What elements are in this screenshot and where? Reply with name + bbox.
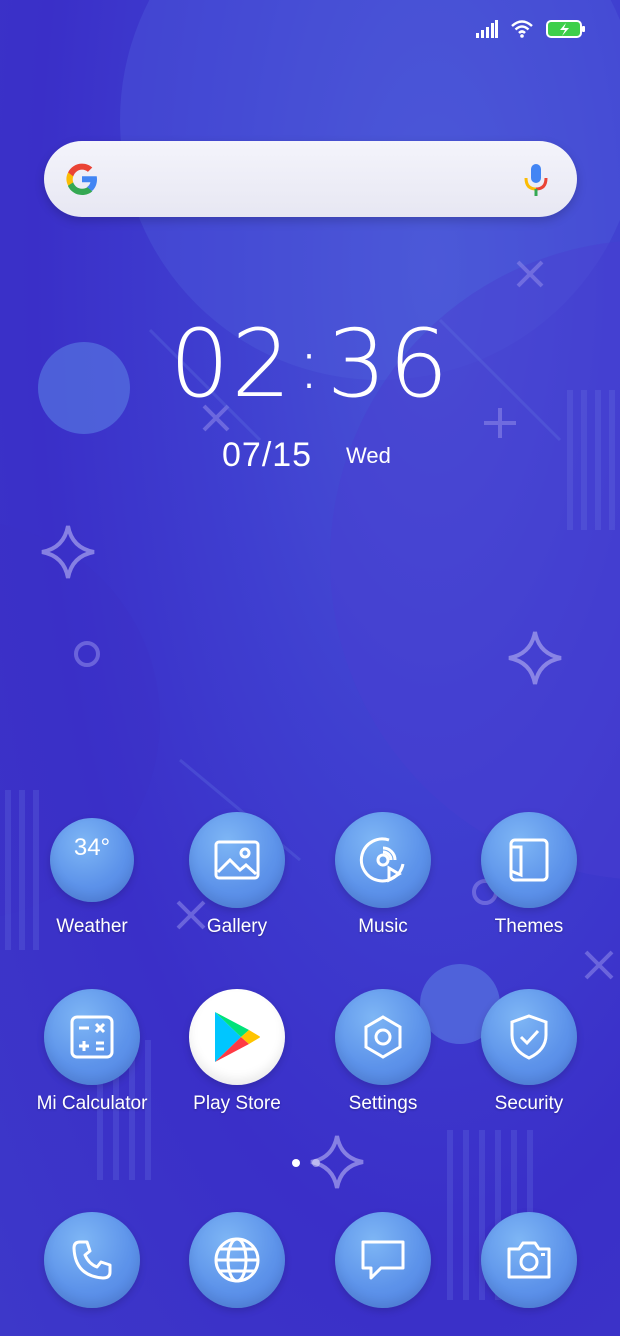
- app-label: Play Store: [193, 1093, 281, 1114]
- phone-icon: [44, 1212, 140, 1308]
- app-music[interactable]: Music: [310, 812, 456, 938]
- signal-icon: [476, 20, 498, 38]
- calculator-icon: [44, 989, 140, 1085]
- camera-icon: [481, 1212, 577, 1308]
- page-dot-active: [292, 1159, 300, 1167]
- app-security[interactable]: Security: [456, 989, 602, 1115]
- app-label: Themes: [494, 916, 564, 937]
- messages-icon: [335, 1212, 431, 1308]
- battery-charging-icon: [546, 20, 585, 38]
- dock-phone[interactable]: [19, 1212, 165, 1308]
- app-label: Mi Calculator: [36, 1093, 148, 1114]
- google-search-bar[interactable]: [44, 141, 577, 217]
- app-weather[interactable]: 34° Weather: [19, 812, 165, 938]
- browser-icon: [189, 1212, 285, 1308]
- status-bar: [476, 14, 586, 44]
- music-icon: [335, 812, 431, 908]
- clock-date: 07/15: [222, 436, 313, 474]
- app-label: Weather: [56, 916, 128, 937]
- app-mi-calculator[interactable]: Mi Calculator: [19, 989, 165, 1115]
- themes-icon: [481, 812, 577, 908]
- app-label: Music: [358, 916, 408, 937]
- mic-icon[interactable]: [523, 163, 549, 197]
- gallery-icon: [189, 812, 285, 908]
- weather-temp: 34°: [73, 834, 111, 861]
- app-label: Security: [494, 1093, 564, 1114]
- clock-minutes: 36: [326, 310, 451, 419]
- app-settings[interactable]: Settings: [310, 989, 456, 1115]
- clock-widget[interactable]: 02:36: [0, 315, 620, 422]
- app-label: Gallery: [206, 916, 268, 937]
- app-play-store[interactable]: Play Store: [164, 989, 310, 1115]
- app-label: Settings: [348, 1093, 418, 1114]
- clock-hours: 02: [169, 310, 294, 419]
- google-g-icon: [66, 163, 97, 195]
- page-dot: [312, 1159, 320, 1167]
- app-gallery[interactable]: Gallery: [164, 812, 310, 938]
- dock-messages[interactable]: [310, 1212, 456, 1308]
- weather-icon: 34°: [50, 818, 134, 902]
- clock-colon: :: [297, 323, 323, 405]
- clock-time: 02:36: [0, 315, 620, 422]
- app-themes[interactable]: Themes: [456, 812, 602, 938]
- settings-icon: [335, 989, 431, 1085]
- play-store-icon: [189, 989, 285, 1085]
- page-indicator: [292, 1159, 320, 1167]
- security-icon: [481, 989, 577, 1085]
- dock-camera[interactable]: [456, 1212, 602, 1308]
- wifi-icon: [511, 20, 533, 38]
- dock-browser[interactable]: [164, 1212, 310, 1308]
- clock-day: Wed: [346, 443, 391, 468]
